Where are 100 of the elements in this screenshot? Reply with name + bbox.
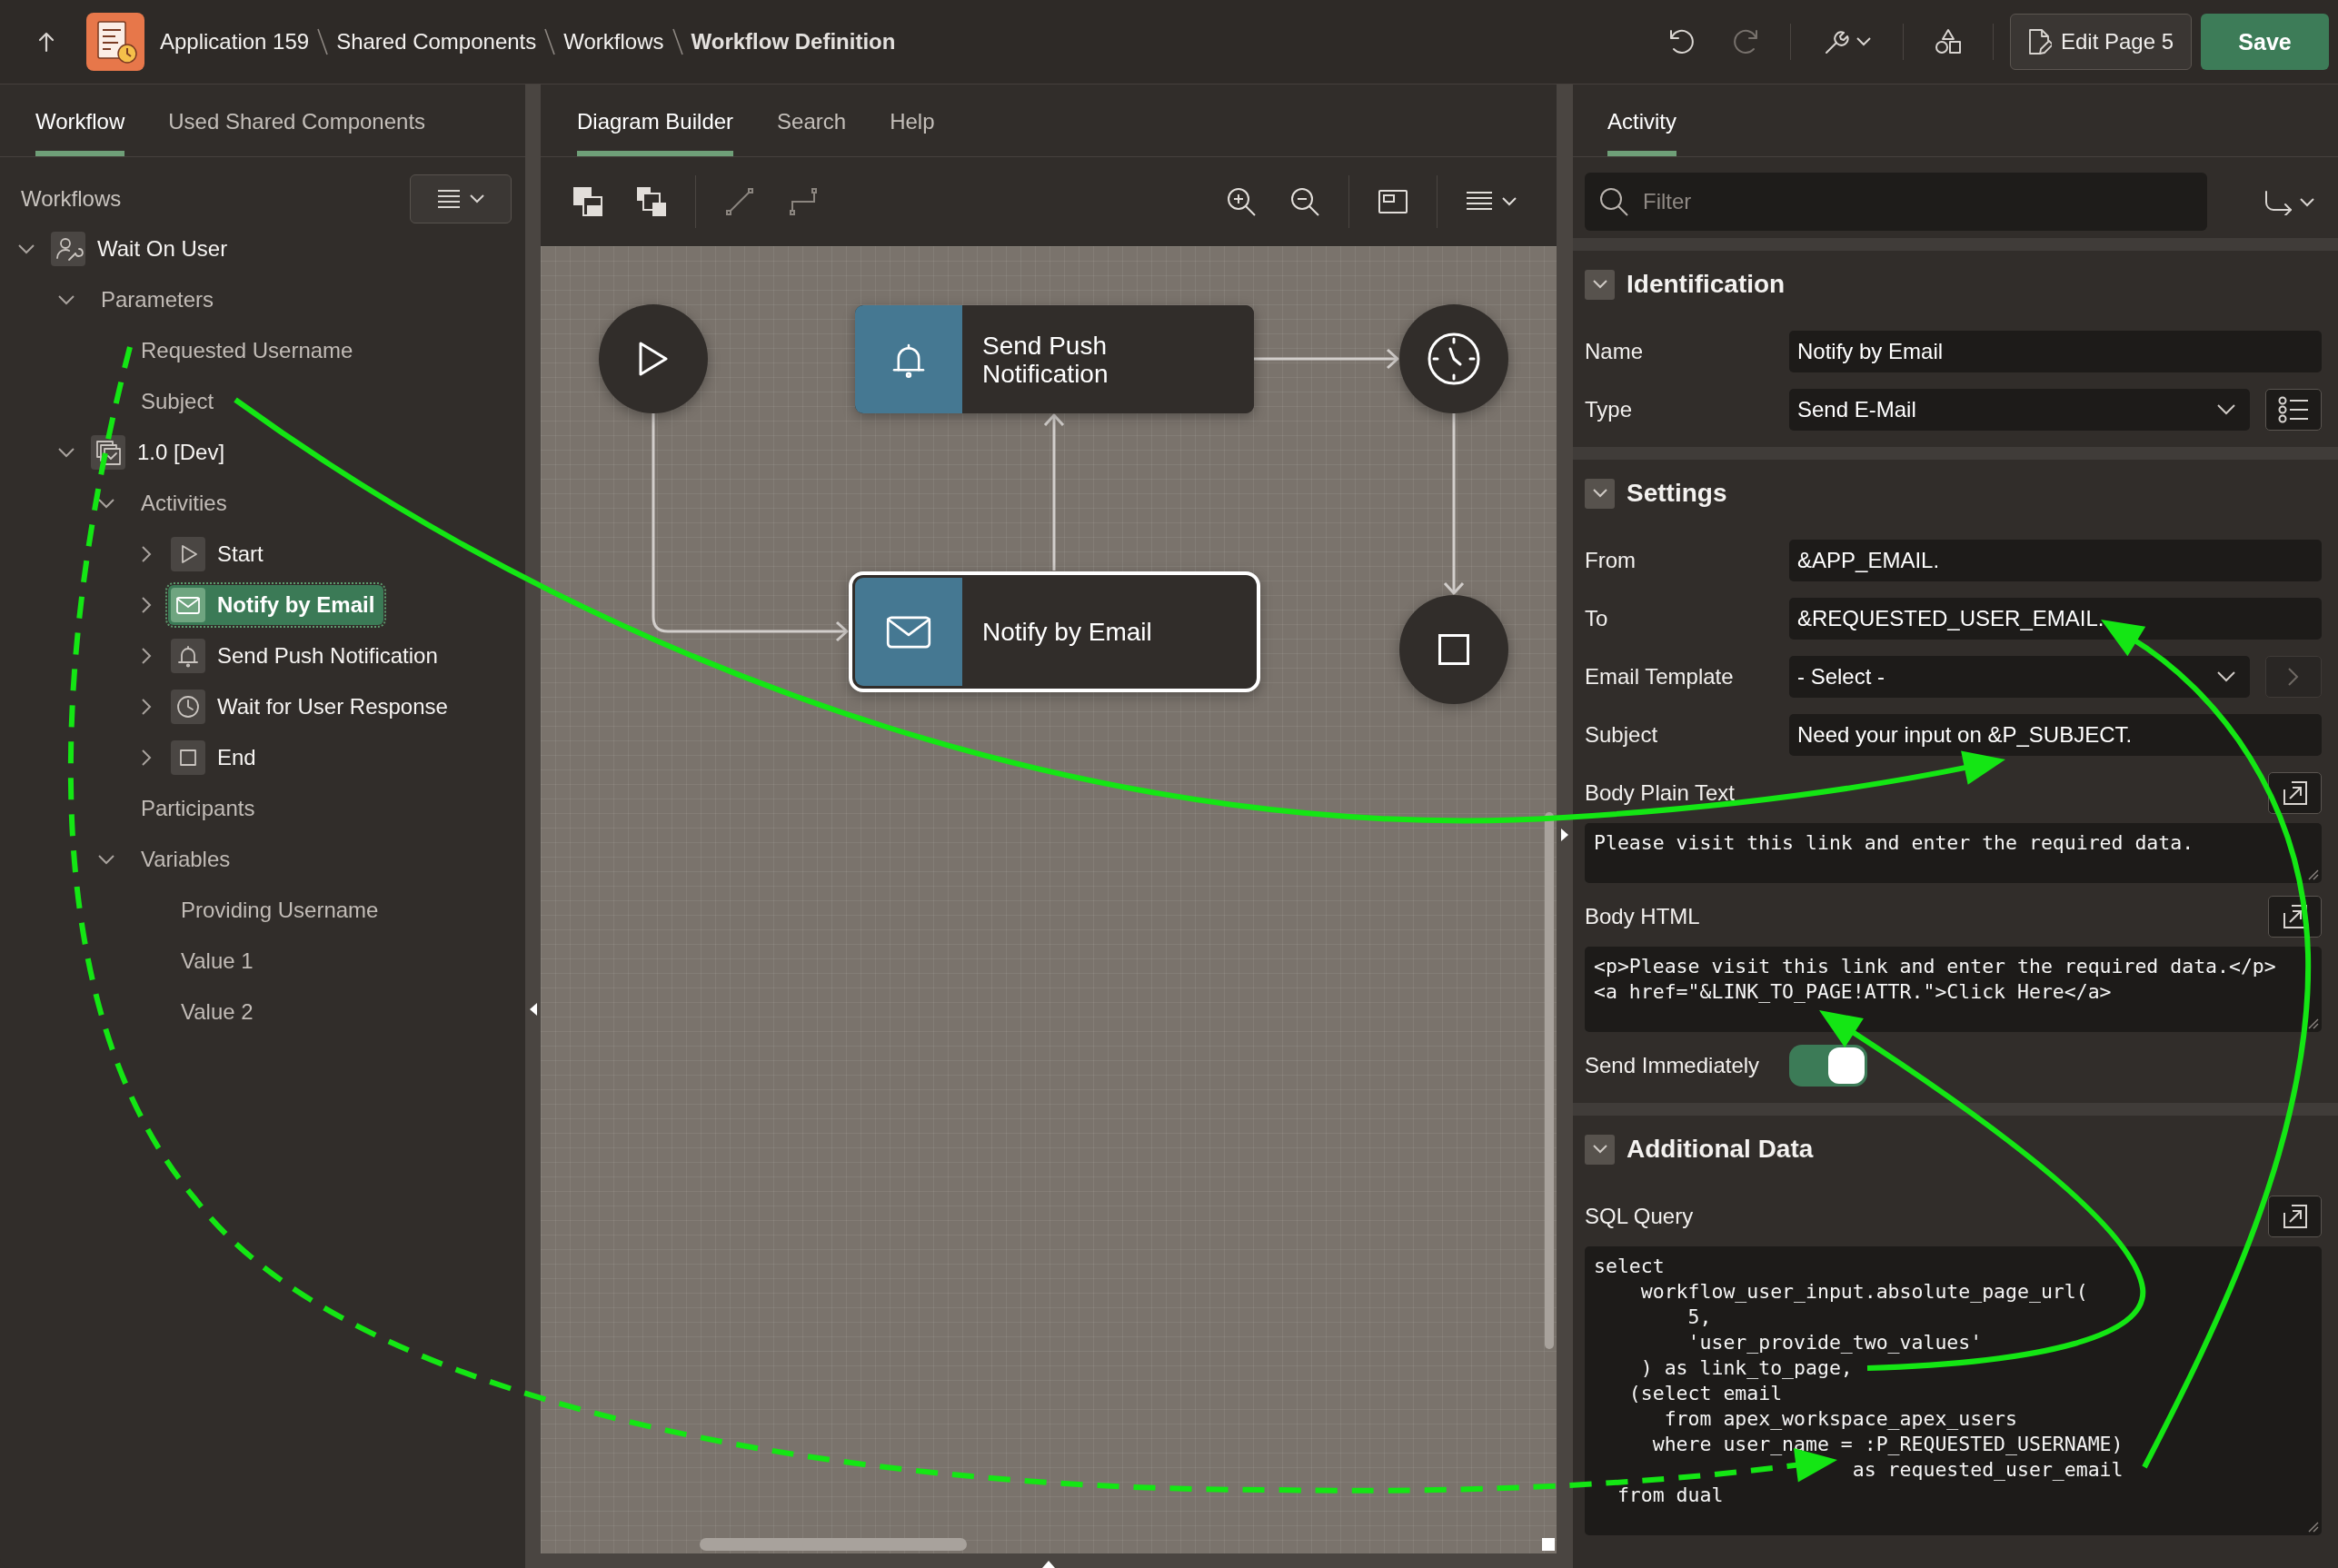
timer-node[interactable] [1399, 304, 1508, 413]
tree-item[interactable]: Wait On User [45, 226, 240, 272]
breadcrumb-link[interactable]: Shared Components [336, 29, 537, 55]
caret-icon [1855, 37, 1871, 46]
collapse-button[interactable] [1585, 1134, 1615, 1165]
tree-item[interactable]: 1.0 [Dev] [85, 430, 237, 475]
redo-icon [1732, 28, 1759, 55]
breadcrumb-link[interactable]: Workflow Definition [691, 29, 896, 55]
toggle-switch[interactable] [1789, 1045, 1867, 1087]
text-field[interactable]: Need your input on &P_SUBJECT. [1789, 714, 2322, 756]
tree-item[interactable]: Participants [135, 786, 267, 831]
tree-item[interactable]: Activities [135, 481, 239, 526]
app-icon[interactable] [86, 13, 144, 71]
overlapping-squares-icon [572, 186, 603, 217]
chevron-down-icon [2217, 671, 2235, 682]
text-field[interactable]: &REQUESTED_USER_EMAIL. [1789, 598, 2322, 640]
diagonal-line-icon [724, 186, 755, 217]
tree-item[interactable]: Wait for User Response [165, 684, 460, 729]
tree-item[interactable]: Parameters [95, 277, 226, 323]
expand-button[interactable] [2268, 772, 2322, 814]
diagram-canvas[interactable]: Send Push Notification Notify by Email [541, 246, 1557, 1553]
collapse-button[interactable] [1585, 478, 1615, 509]
zoom-in-icon [1226, 186, 1257, 217]
resize-grip-icon[interactable] [2308, 869, 2319, 880]
start-node[interactable] [599, 304, 708, 413]
node-label: Send Push Notification [982, 331, 1109, 388]
corner-handle[interactable] [1542, 1538, 1555, 1551]
text-area[interactable]: Please visit this link and enter the required data. [1585, 823, 2322, 883]
breadcrumb-link[interactable]: Workflows [563, 29, 664, 55]
field-label: Body HTML [1585, 904, 1701, 929]
save-button[interactable]: Save [2201, 14, 2329, 70]
tree-item[interactable]: Variables [135, 837, 243, 882]
bell-icon [171, 639, 205, 673]
square-icon [171, 740, 205, 775]
field-label: Body Plain Text [1585, 780, 1736, 806]
activity-node[interactable]: Notify by Email [849, 571, 1260, 692]
scrollbar-thumb[interactable] [1545, 812, 1554, 1349]
field-label: To [1585, 606, 1609, 631]
overlapping-squares-icon [636, 186, 667, 217]
bell-icon [855, 305, 962, 413]
filter-field[interactable]: Filter [1585, 173, 2207, 231]
resize-grip-icon[interactable] [2308, 1522, 2319, 1533]
select-field[interactable]: Send E-Mail [1789, 389, 2250, 431]
text-area[interactable]: <p>Please visit this link and enter the required data.</p> <a href="&LINK_TO_PAGE!ATTR.">Click Here</a> [1585, 947, 2322, 1032]
breadcrumb-link[interactable]: Application 159 [160, 29, 310, 55]
play-icon [639, 342, 668, 376]
end-node[interactable] [1399, 595, 1508, 704]
edit-page-button[interactable]: Edit Page 5 [2010, 14, 2192, 70]
user-wrench-icon [51, 232, 85, 266]
activity-node[interactable]: Send Push Notification [855, 305, 1254, 413]
node-label: Notify by Email [982, 618, 1152, 646]
elbow-line-icon [788, 186, 819, 217]
field-label: SQL Query [1585, 1204, 1695, 1229]
arrow-up-icon [37, 31, 55, 53]
caret-icon [2300, 198, 2314, 207]
triangle-icon[interactable] [1561, 829, 1568, 841]
caret-icon [470, 194, 484, 203]
clock-icon [171, 690, 205, 724]
text-field[interactable]: &APP_EMAIL. [1789, 540, 2322, 581]
tab[interactable]: Activity [1607, 84, 1676, 156]
tab[interactable]: Used Shared Components [168, 84, 426, 156]
expand-button[interactable] [2268, 1196, 2322, 1237]
triangle-icon[interactable] [530, 1003, 537, 1016]
menu-button[interactable] [410, 174, 512, 223]
clock-icon [1427, 332, 1481, 386]
panel-heading: Workflows [21, 186, 122, 212]
text-field[interactable]: Notify by Email [1789, 331, 2322, 372]
expand-icon [2282, 904, 2308, 929]
envelope-icon [855, 578, 962, 686]
list-button[interactable] [2265, 389, 2322, 431]
field-label: Name [1585, 339, 1645, 364]
collapse-button[interactable] [1585, 269, 1615, 300]
tree-item[interactable]: Send Push Notification [165, 633, 450, 679]
select-field[interactable]: - Select - [1789, 656, 2250, 698]
tree-item[interactable]: End [165, 735, 268, 780]
tree-item[interactable]: Providing Username [175, 888, 391, 933]
play-icon [171, 537, 205, 571]
menu-icon [437, 189, 461, 209]
triangle-icon[interactable] [1042, 1561, 1055, 1568]
tree-item[interactable]: Value 1 [175, 938, 265, 984]
checked-pages-icon [91, 435, 125, 470]
field-label: Send Immediately [1585, 1053, 1761, 1078]
field-label: Subject [1585, 722, 1659, 748]
tab[interactable]: Search [777, 84, 847, 156]
expand-icon [2282, 1204, 2308, 1229]
tree-item[interactable]: Start [165, 531, 275, 577]
tab[interactable]: Workflow [35, 84, 125, 156]
envelope-icon [171, 588, 205, 622]
resize-grip-icon[interactable] [2308, 1018, 2319, 1029]
tree-item[interactable]: Subject [135, 379, 226, 424]
tree-item[interactable]: Notify by Email [165, 582, 387, 628]
scrollbar-thumb[interactable] [700, 1538, 967, 1551]
list-icon [2278, 396, 2309, 423]
expand-icon [2282, 780, 2308, 806]
field-label: Type [1585, 397, 1634, 422]
tree-item[interactable]: Value 2 [175, 989, 265, 1035]
expand-button[interactable] [2268, 896, 2322, 938]
breadcrumb-separator [672, 28, 683, 55]
tab[interactable]: Help [890, 84, 935, 156]
section-title: Identification [1627, 270, 1786, 299]
